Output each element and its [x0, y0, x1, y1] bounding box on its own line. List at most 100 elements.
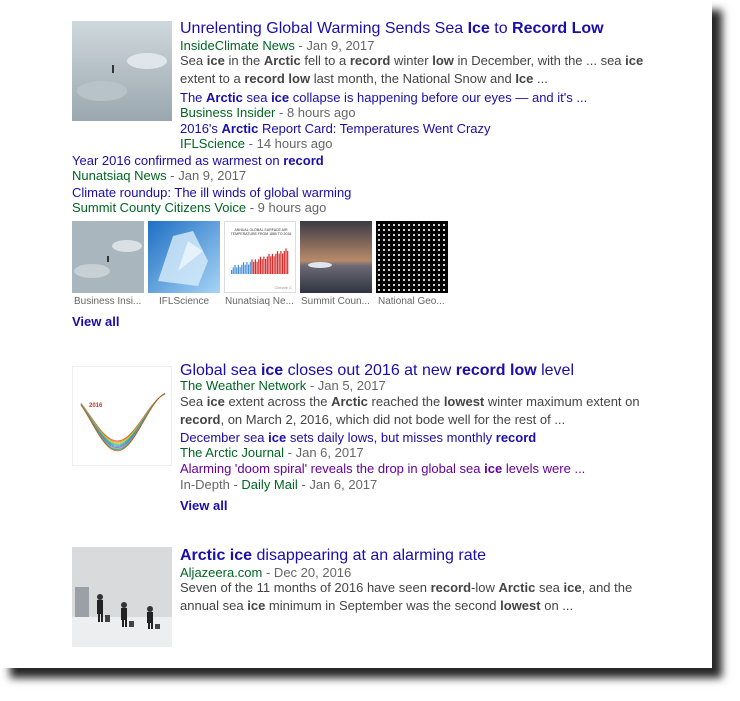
thumb-chart-brand: Climate C — [274, 285, 292, 290]
grid-dot — [377, 268, 381, 272]
result-2-thumbnail[interactable]: 2016 — [72, 366, 172, 466]
grid-dot — [392, 253, 396, 257]
grid-dot — [377, 233, 381, 237]
thumb-curve — [80, 393, 166, 445]
grid-dot — [442, 283, 446, 287]
thumb-bar — [266, 256, 268, 274]
grid-dot — [402, 283, 406, 287]
result-2-sub-2-source-line: In-Depth - Daily Mail - Jan 6, 2017 — [180, 477, 378, 492]
image-strip-5[interactable] — [376, 221, 448, 293]
result-2-source-line: The Weather Network - Jan 5, 2017 — [180, 378, 386, 393]
result-1-sub-1-title[interactable]: The Arctic sea ice collapse is happening… — [180, 90, 587, 106]
grid-dot — [377, 283, 381, 287]
grid-dot — [387, 288, 391, 292]
grid-dot — [382, 228, 386, 232]
result-1-sub-1-source-line: Business Insider - 8 hours ago — [180, 105, 356, 120]
grid-dot — [392, 258, 396, 262]
sunset-sea-image — [300, 221, 372, 293]
image-caption-4: Summit Coun... — [301, 296, 370, 307]
thumb-bar — [236, 267, 238, 274]
grid-dot — [397, 238, 401, 242]
image-strip-2[interactable] — [148, 221, 220, 293]
ice-field-image — [72, 21, 172, 121]
grid-dot — [377, 278, 381, 282]
result-1-title[interactable]: Unrelenting Global Warming Sends Sea Ice… — [180, 19, 604, 38]
grid-dot — [377, 258, 381, 262]
grid-dot — [402, 268, 406, 272]
grid-dot — [412, 223, 416, 227]
grid-dot — [407, 273, 411, 277]
grid-dot — [377, 248, 381, 252]
result-1-sub-4-title[interactable]: Climate roundup: The ill winds of global… — [72, 185, 351, 201]
result-1-sub-3-source-line: Nunatsiaq News - Jan 9, 2017 — [72, 168, 247, 183]
image-strip-3[interactable]: ANNUAL GLOBAL SURFACE AIR TEMPERATURE FR… — [224, 221, 296, 293]
thumb-year-label: 2016 — [89, 403, 103, 409]
grid-dot — [432, 223, 436, 227]
result-1-view-all-link[interactable]: View all — [72, 314, 119, 329]
result-1-sub-3-title[interactable]: Year 2016 confirmed as warmest on record — [72, 153, 324, 169]
image-strip-1[interactable] — [72, 221, 144, 293]
grid-dot — [397, 253, 401, 257]
result-1-source: InsideClimate News — [180, 38, 295, 53]
result-1-date: - Jan 9, 2017 — [294, 38, 375, 53]
grid-dot — [427, 258, 431, 262]
grid-dot — [377, 228, 381, 232]
thumb-bar — [273, 256, 275, 274]
grid-dot — [407, 278, 411, 282]
thumb-bar — [242, 262, 245, 274]
thumb-bar — [271, 253, 273, 274]
grid-dot — [407, 233, 411, 237]
grid-dot — [407, 243, 411, 247]
grid-dot — [432, 288, 436, 292]
grid-dot — [392, 273, 396, 277]
grid-dot — [412, 243, 416, 247]
result-2-sub-2-title[interactable]: Alarming 'doom spiral' reveals the drop … — [180, 461, 585, 477]
blue-ice-image — [148, 221, 220, 293]
grid-dot — [437, 258, 441, 262]
grid-dot — [427, 228, 431, 232]
image-strip-4[interactable] — [300, 221, 372, 293]
grid-dot — [417, 268, 421, 272]
thumb-bar — [246, 262, 248, 274]
result-1-thumbnail[interactable] — [72, 21, 172, 121]
grid-dot — [382, 243, 386, 247]
grid-dot — [427, 278, 431, 282]
grid-dot — [442, 253, 446, 257]
grid-dot — [407, 283, 411, 287]
grid-dot — [382, 268, 386, 272]
grid-dot — [392, 243, 396, 247]
grid-dot — [387, 253, 391, 257]
thumb-bar — [256, 261, 258, 274]
grid-dot — [402, 248, 406, 252]
grid-dot — [387, 283, 391, 287]
grid-dot — [422, 288, 426, 292]
grid-dot — [397, 278, 401, 282]
grid-dot — [442, 278, 446, 282]
grid-dot — [397, 228, 401, 232]
grid-dot — [407, 248, 411, 252]
grid-dot — [412, 233, 416, 237]
result-2-sub-1-title[interactable]: December sea ice sets daily lows, but mi… — [180, 430, 536, 446]
result-2-view-all-link[interactable]: View all — [180, 498, 227, 513]
grid-dot — [427, 253, 431, 257]
grid-dot — [387, 248, 391, 252]
grid-dot — [437, 273, 441, 277]
grid-dot — [382, 223, 386, 227]
thumb-bar — [232, 267, 234, 274]
grid-dot — [387, 238, 391, 242]
result-1-sub-2-title[interactable]: 2016's Arctic Report Card: Temperatures … — [180, 121, 491, 137]
grid-dot — [382, 283, 386, 287]
grid-dot — [412, 268, 416, 272]
grid-dot — [437, 288, 441, 292]
grid-dot — [397, 283, 401, 287]
grid-dot — [407, 238, 411, 242]
thumb-bar — [253, 261, 255, 274]
grid-dot — [377, 243, 381, 247]
image-caption-5: National Geo... — [378, 296, 445, 307]
grid-dot — [427, 223, 431, 227]
grid-dot — [442, 263, 446, 267]
grid-dot — [392, 288, 396, 292]
result-3-thumbnail[interactable] — [72, 547, 172, 647]
result-3-title[interactable]: Arctic ice disappearing at an alarming r… — [180, 546, 486, 565]
grid-dot — [417, 253, 421, 257]
